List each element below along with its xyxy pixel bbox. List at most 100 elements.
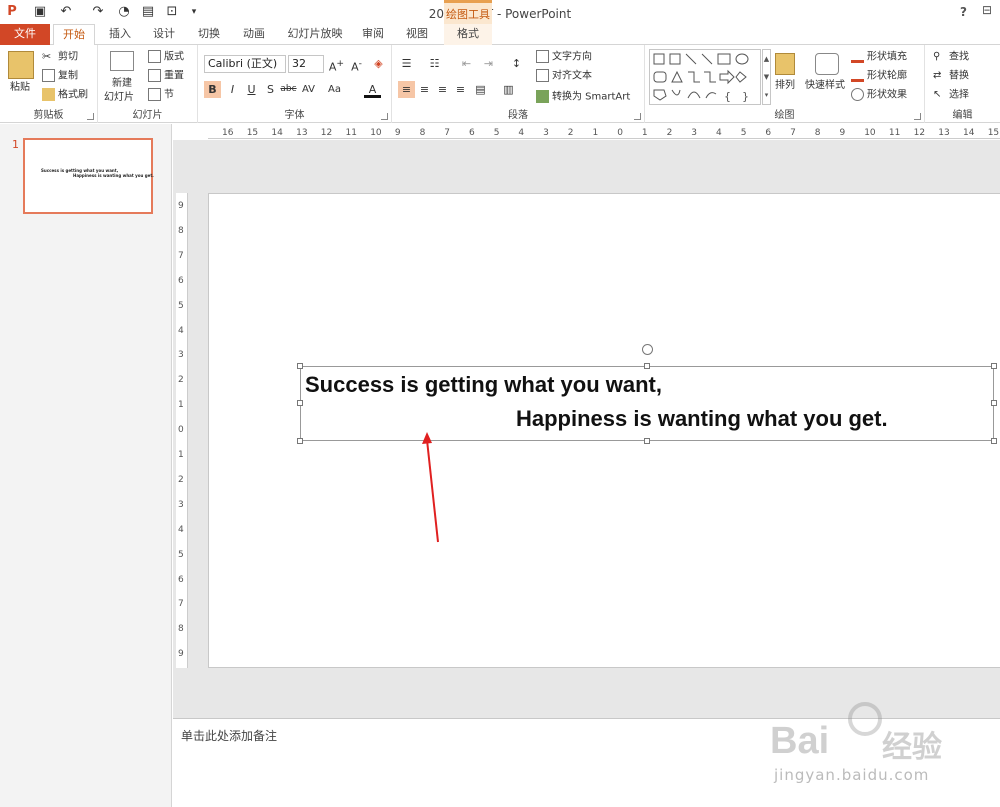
resize-handle[interactable] [644,363,650,369]
font-group: Calibri (正文) 32 A+ A- ◈ B I U S abc AV A… [198,45,392,123]
select-button[interactable]: ↖ 选择 [933,88,969,103]
slide-text-line-2[interactable]: Happiness is wanting what you get. [516,406,888,432]
shape-outline-button[interactable]: 形状轮廓 [851,69,907,84]
ruler-tick-label: 6 [178,275,184,286]
new-slide-icon[interactable] [110,51,134,71]
decrease-indent-icon[interactable]: ⇤ [458,55,475,72]
ruler-tick-label: 5 [493,128,500,138]
clear-formatting-icon[interactable]: ◈ [370,55,387,72]
resize-handle[interactable] [991,438,997,444]
increase-indent-icon[interactable]: ⇥ [480,55,497,72]
tab-design[interactable]: 设计 [148,24,180,45]
tab-transitions[interactable]: 切换 [193,24,225,45]
paste-button[interactable]: 粘贴 [10,81,30,95]
character-spacing-button[interactable]: AV [300,81,317,98]
ruler-tick-label: 7 [790,128,796,138]
paragraph-launcher-icon[interactable] [634,113,641,120]
paragraph-group: ☰ ☷ ⇤ ⇥ ↕ 文字方向 对齐文本 转换为 SmartArt ≡ ≡ ≡ ≡… [392,45,645,123]
font-color-button[interactable]: A [364,81,381,98]
new-slide-label-2[interactable]: 幻灯片 [104,91,134,105]
copy-button[interactable]: 复制 [42,69,78,84]
cut-button[interactable]: ✂ 剪切 [42,50,78,65]
section-button[interactable]: 节 [148,88,174,103]
bullets-icon[interactable]: ☰ [398,55,415,72]
tab-animations[interactable]: 动画 [238,24,270,45]
paste-icon[interactable] [8,51,34,79]
slide-text-line-1[interactable]: Success is getting what you want, [305,372,662,398]
replace-button[interactable]: ⇄ 替换 [933,69,969,84]
tab-review[interactable]: 审阅 [357,24,389,45]
font-size-combo[interactable]: 32 [288,55,324,73]
tab-file[interactable]: 文件 [0,24,50,45]
line-spacing-icon[interactable]: ↕ [508,55,525,72]
underline-button[interactable]: U [243,81,260,98]
shape-effects-button[interactable]: 形状效果 [851,88,907,103]
strikethrough-button[interactable]: abc [280,81,297,98]
align-center-icon[interactable]: ≡ [416,81,433,98]
shape-outline-icon [851,69,864,82]
resize-handle[interactable] [991,400,997,406]
format-painter-button[interactable]: 格式刷 [42,88,88,103]
ruler-tick-label: 14 [271,128,283,138]
tab-insert[interactable]: 插入 [104,24,136,45]
tab-view[interactable]: 视图 [401,24,433,45]
quick-styles-button[interactable]: 快速样式 [805,79,845,93]
shape-fill-button[interactable]: 形状填充 [851,50,907,65]
italic-button[interactable]: I [224,81,241,98]
baidu-watermark: Bai 经验 jingyan.baidu.com [770,700,1000,807]
clipboard-launcher-icon[interactable] [87,113,94,120]
distribute-icon[interactable]: ▤ [472,81,489,98]
thumbnail-line-2: Happiness is wanting what you get. [73,173,154,178]
ruler-tick-label: 3 [178,350,184,361]
bold-button[interactable]: B [204,81,221,98]
shapes-gallery[interactable]: { } [649,49,761,105]
vertical-ruler[interactable]: 9 8 7 6 5 4 3 2 1 0 1 2 3 4 5 6 7 8 9 [176,193,188,668]
columns-icon[interactable]: ▥ [500,81,517,98]
font-name-combo[interactable]: Calibri (正文) [204,55,286,73]
resize-handle[interactable] [644,438,650,444]
layout-button[interactable]: 版式 [148,50,184,65]
contextual-tab-header: 绘图工具 [444,0,492,24]
find-button[interactable]: ⚲ 查找 [933,50,969,65]
copy-icon [42,69,55,82]
paw-icon [848,702,882,736]
quick-styles-icon[interactable] [815,53,839,75]
arrange-icon[interactable] [775,53,795,75]
slide-thumbnail-pane[interactable] [0,124,172,807]
format-painter-icon [42,88,55,101]
arrange-button[interactable]: 排列 [775,79,795,93]
grow-font-icon[interactable]: A+ [328,55,345,74]
reset-button[interactable]: 重置 [148,69,184,84]
tab-home[interactable]: 开始 [53,24,95,46]
ruler-tick-label: 14 [963,128,975,138]
resize-handle[interactable] [297,400,303,406]
new-slide-label-1[interactable]: 新建 [112,77,132,91]
resize-handle[interactable] [297,438,303,444]
numbering-icon[interactable]: ☷ [426,55,443,72]
shrink-font-icon[interactable]: A- [348,55,365,74]
notes-placeholder[interactable]: 单击此处添加备注 [181,727,277,744]
justify-icon[interactable]: ≡ [452,81,469,98]
clipboard-group-label: 剪贴板 [33,110,64,121]
align-left-icon[interactable]: ≡ [398,81,415,98]
resize-handle[interactable] [991,363,997,369]
slide-thumbnail[interactable]: Success is getting what you want, Happin… [23,138,154,214]
font-launcher-icon[interactable] [381,113,388,120]
align-text-button[interactable]: 对齐文本 [536,69,592,84]
rotate-handle-icon[interactable] [642,344,653,355]
shapes-gallery-scroll[interactable]: ▲ ▼ ▾ [762,49,771,105]
align-right-icon[interactable]: ≡ [434,81,451,98]
drawing-launcher-icon[interactable] [914,113,921,120]
ribbon-display-icon[interactable]: ⊟ [982,3,992,17]
resize-handle[interactable] [297,363,303,369]
tab-slideshow[interactable]: 幻灯片放映 [284,24,346,45]
tab-format[interactable]: 格式 [444,24,492,45]
shadow-button[interactable]: S [262,81,279,98]
change-case-button[interactable]: Aa [326,81,343,98]
smartart-button[interactable]: 转换为 SmartArt [536,90,630,105]
watermark-brand-2: 经验 [882,730,942,765]
horizontal-ruler[interactable]: 16 15 14 13 12 11 10 9 8 7 6 5 4 3 2 1 0 1 2 3 4 5 6 7 8 9 10 11 12 1… [208,127,1000,139]
help-icon[interactable]: ? [960,5,967,19]
replace-icon: ⇄ [933,70,942,81]
text-direction-button[interactable]: 文字方向 [536,50,592,65]
